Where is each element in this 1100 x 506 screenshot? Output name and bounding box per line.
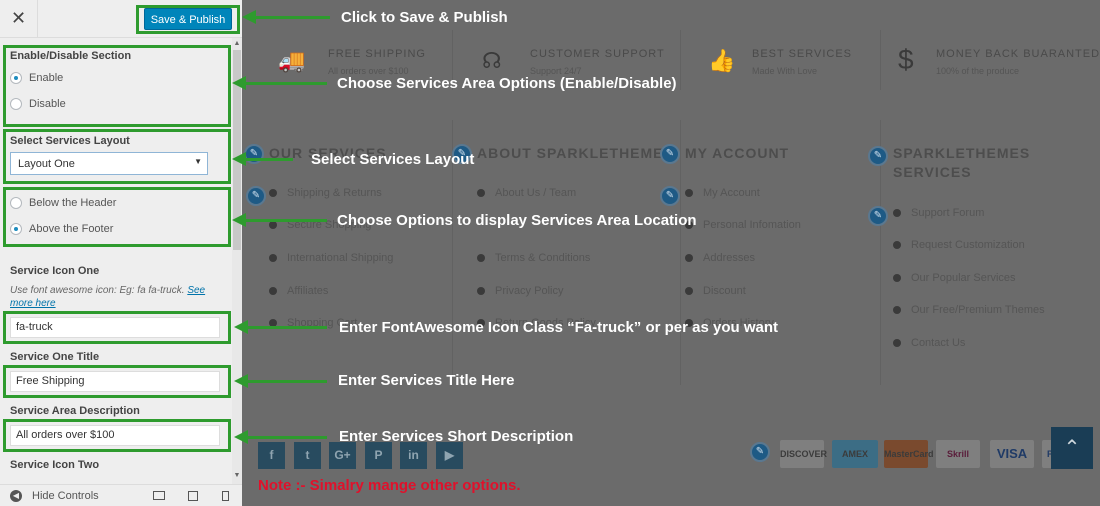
highlight-icon-input xyxy=(3,311,231,344)
close-icon[interactable]: ✕ xyxy=(0,0,38,38)
linkedin-icon[interactable]: in xyxy=(400,442,427,469)
divider xyxy=(880,30,881,90)
mastercard-logo: MasterCard xyxy=(884,440,934,468)
footer-link[interactable]: Discount xyxy=(685,285,746,297)
feature-title: FREE SHIPPING xyxy=(328,48,426,60)
footer-link[interactable]: About Us / Team xyxy=(477,187,576,199)
highlight-title-input xyxy=(3,365,231,398)
help-text: Use font awesome icon: Eg: fa fa-truck. xyxy=(10,285,185,296)
tablet-preview-icon[interactable] xyxy=(188,491,198,501)
visa-logo: VISA xyxy=(990,440,1034,468)
footer-link[interactable]: Our Popular Services xyxy=(893,272,1016,284)
annotation-layout: Select Services Layout xyxy=(311,151,475,168)
annotation-title: Enter Services Title Here xyxy=(338,372,515,389)
service-icon-two-label: Service Icon Two xyxy=(10,459,100,471)
highlight-enable-section xyxy=(3,45,231,127)
collapse-icon: ◀ xyxy=(10,490,22,502)
google-plus-icon[interactable]: G+ xyxy=(329,442,356,469)
footer-link[interactable]: International Shipping xyxy=(269,252,393,264)
edit-pencil-icon[interactable]: ✎ xyxy=(868,206,888,226)
feature-subtitle: 100% of the produce xyxy=(936,66,1020,76)
dollar-icon: $ xyxy=(898,44,914,75)
annotation-arrow xyxy=(234,430,327,444)
footer-link[interactable]: Privacy Policy xyxy=(477,285,563,297)
highlight-location xyxy=(3,187,231,247)
highlight-layout xyxy=(3,129,231,184)
scroll-to-top-button[interactable]: ⌃ xyxy=(1051,427,1093,469)
annotation-description: Enter Services Short Description xyxy=(339,428,574,445)
footer-link[interactable]: Addresses xyxy=(685,252,755,264)
footer-link[interactable]: Terms & Conditions xyxy=(477,252,590,264)
youtube-icon[interactable]: ▶ xyxy=(436,442,463,469)
annotation-save: Click to Save & Publish xyxy=(341,9,508,26)
annotation-arrow xyxy=(232,213,327,227)
annotation-arrow xyxy=(232,152,293,166)
feature-subtitle: Made With Love xyxy=(752,66,818,76)
mobile-preview-icon[interactable] xyxy=(222,491,229,501)
facebook-icon[interactable]: f xyxy=(258,442,285,469)
footer-link[interactable]: Request Customization xyxy=(893,239,1025,251)
edit-pencil-icon[interactable]: ✎ xyxy=(244,144,264,164)
scroll-up-icon[interactable]: ▲ xyxy=(232,40,242,47)
feature-best-services: 👍 BEST SERVICES Made With Love xyxy=(708,40,898,90)
annotation-arrow xyxy=(234,320,327,334)
hide-controls-label: Hide Controls xyxy=(32,490,99,502)
panel-footer: ◀ Hide Controls xyxy=(0,484,242,506)
scroll-down-icon[interactable]: ▼ xyxy=(232,472,242,479)
annotation-arrow xyxy=(232,76,327,90)
highlight-description-input xyxy=(3,419,231,452)
hide-controls-button[interactable]: ◀ Hide Controls xyxy=(10,490,99,502)
discover-logo: DISCOVER xyxy=(780,440,827,468)
service-one-title-label: Service One Title xyxy=(10,351,100,363)
truck-icon: 🚚 xyxy=(278,48,306,73)
edit-pencil-icon[interactable]: ✎ xyxy=(868,146,888,166)
edit-pencil-icon[interactable]: ✎ xyxy=(660,186,680,206)
divider xyxy=(680,120,681,385)
thumbs-up-icon: 👍 xyxy=(708,48,736,73)
service-area-description-label: Service Area Description xyxy=(10,405,140,417)
annotation-enable: Choose Services Area Options (Enable/Dis… xyxy=(337,75,677,92)
twitter-icon[interactable]: t xyxy=(294,442,321,469)
headset-icon: ☊ xyxy=(482,48,502,73)
divider xyxy=(680,30,681,90)
footer-link[interactable]: Personal Infomation xyxy=(685,219,801,231)
highlight-save-publish xyxy=(136,5,240,34)
footer-link[interactable]: My Account xyxy=(685,187,760,199)
footer-column-title: ABOUT SPARKLETHEMES xyxy=(477,145,674,161)
annotation-note: Note :- Simalry mange other options. xyxy=(258,477,521,494)
footer-column-title: SPARKLETHEMES xyxy=(893,145,1031,161)
annotation-icon: Enter FontAwesome Icon Class “Fa-truck” … xyxy=(339,319,778,336)
edit-pencil-icon[interactable]: ✎ xyxy=(750,442,770,462)
skrill-logo: Skrill xyxy=(936,440,980,468)
footer-link[interactable]: Support Forum xyxy=(893,207,984,219)
footer-link[interactable]: Shipping & Returns xyxy=(269,187,382,199)
annotation-location: Choose Options to display Services Area … xyxy=(337,212,697,229)
annotation-arrow xyxy=(234,374,327,388)
feature-title: MONEY BACK BUARANTED xyxy=(936,48,1100,60)
footer-link[interactable]: Contact Us xyxy=(893,337,965,349)
feature-money-back: $ MONEY BACK BUARANTED 100% of the produ… xyxy=(898,40,1100,90)
service-icon-one-label: Service Icon One xyxy=(10,265,100,277)
footer-column-title: SERVICES xyxy=(893,164,972,180)
footer-link[interactable]: Affiliates xyxy=(269,285,328,297)
amex-logo: AMEX xyxy=(832,440,878,468)
feature-title: BEST SERVICES xyxy=(752,48,853,60)
annotation-arrow xyxy=(242,10,330,24)
edit-pencil-icon[interactable]: ✎ xyxy=(246,186,266,206)
pinterest-icon[interactable]: P xyxy=(365,442,392,469)
footer-column-title: MY ACCOUNT xyxy=(685,145,790,161)
feature-title: CUSTOMER SUPPORT xyxy=(530,48,665,60)
desktop-preview-icon[interactable] xyxy=(153,491,165,500)
footer-link[interactable]: Our Free/Premium Themes xyxy=(893,304,1045,316)
service-icon-help-text: Use font awesome icon: Eg: fa fa-truck. … xyxy=(10,284,220,310)
edit-pencil-icon[interactable]: ✎ xyxy=(660,144,680,164)
